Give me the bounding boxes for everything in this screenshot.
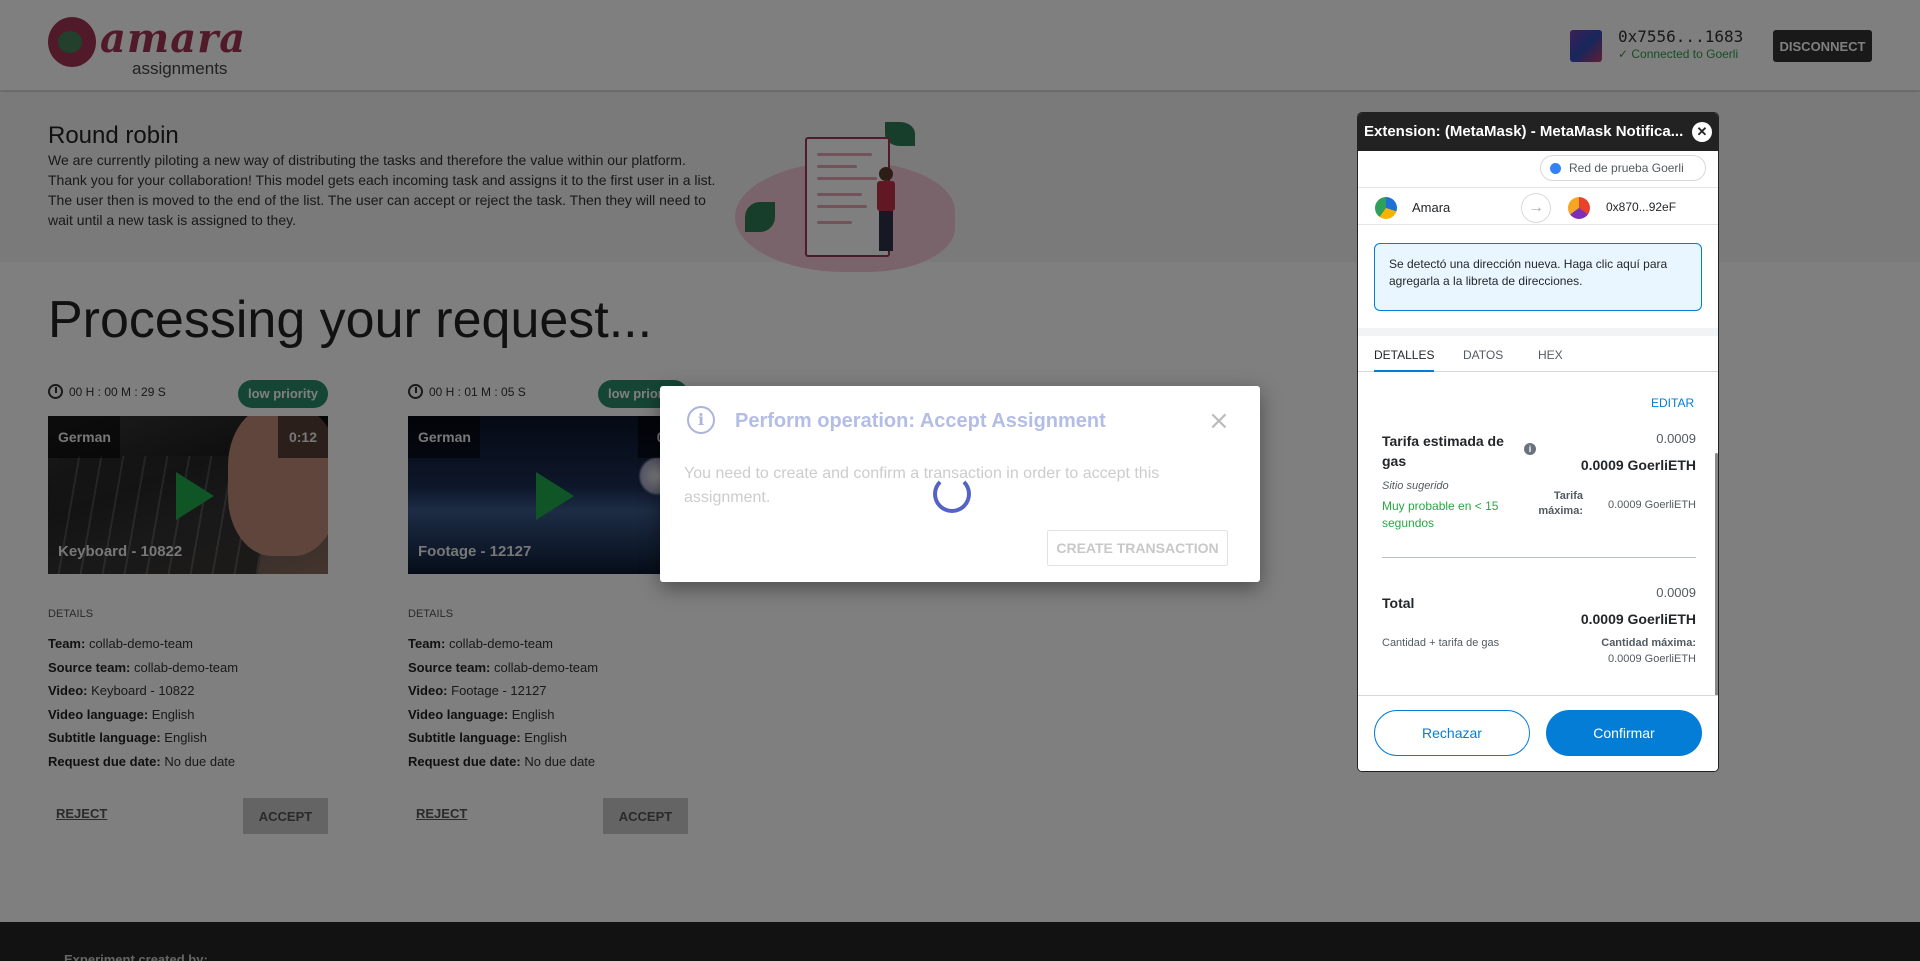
to-account[interactable]: 0x870...92eF bbox=[1606, 200, 1676, 214]
max-fee-label: Tarifa máxima: bbox=[1538, 490, 1583, 517]
account-transfer-row: Amara → 0x870...92eF bbox=[1358, 187, 1718, 225]
reject-transaction-button[interactable]: Rechazar bbox=[1374, 710, 1530, 756]
tab-hex[interactable]: HEX bbox=[1538, 348, 1563, 362]
gas-fee-value: 0.0009 bbox=[1656, 431, 1696, 446]
page: amara assignments 0x7556...1683 ✓ Connec… bbox=[0, 0, 1920, 961]
network-indicator[interactable]: Red de prueba Goerli bbox=[1540, 155, 1706, 181]
tab-datos[interactable]: DATOS bbox=[1463, 348, 1503, 362]
scrollbar[interactable] bbox=[1715, 453, 1718, 697]
confirm-transaction-button[interactable]: Confirmar bbox=[1546, 710, 1702, 756]
perform-operation-dialog: i Perform operation: Accept Assignment ×… bbox=[660, 386, 1260, 582]
total-eth: 0.0009 GoerliETH bbox=[1580, 611, 1696, 627]
edit-link[interactable]: EDITAR bbox=[1651, 396, 1694, 410]
loading-spinner bbox=[933, 475, 971, 513]
metamask-footer: Rechazar Confirmar bbox=[1358, 695, 1718, 771]
dialog-title-prefix: Perform operation: bbox=[735, 410, 920, 432]
from-account-icon bbox=[1375, 197, 1397, 219]
close-icon[interactable]: ✕ bbox=[1692, 122, 1712, 142]
create-transaction-button[interactable]: CREATE TRANSACTION bbox=[1047, 530, 1228, 566]
close-icon[interactable]: × bbox=[1208, 408, 1230, 434]
max-amount-value: 0.0009 GoerliETH bbox=[1607, 653, 1696, 665]
suggested-site: Sitio sugerido bbox=[1382, 480, 1449, 492]
tab-bar: DETALLES DATOS HEX bbox=[1358, 336, 1718, 372]
dialog-title: Perform operation: Accept Assignment bbox=[735, 410, 1106, 433]
window-title: Extension: (MetaMask) - MetaMask Notific… bbox=[1358, 113, 1718, 151]
from-account[interactable]: Amara bbox=[1412, 200, 1450, 215]
total-value: 0.0009 bbox=[1656, 585, 1696, 600]
new-address-alert[interactable]: Se detectó una dirección nueva. Haga cli… bbox=[1374, 243, 1702, 311]
arrow-right-icon: → bbox=[1521, 193, 1551, 223]
metamask-notification-window: Extension: (MetaMask) - MetaMask Notific… bbox=[1357, 112, 1719, 772]
gas-fee-eth: 0.0009 GoerliETH bbox=[1580, 457, 1696, 473]
dialog-title-action: Accept Assignment bbox=[919, 410, 1106, 432]
max-amount-label: Cantidad máxima: bbox=[1601, 637, 1696, 649]
likely-time: Muy probable en < 15 segundos bbox=[1382, 499, 1499, 530]
max-amount: Cantidad máxima: 0.0009 GoerliETH bbox=[1601, 635, 1696, 667]
total-label: Total bbox=[1382, 595, 1415, 611]
max-fee-value: 0.0009 GoerliETH bbox=[1607, 499, 1696, 511]
tab-detalles[interactable]: DETALLES bbox=[1374, 348, 1435, 372]
info-icon[interactable]: i bbox=[1524, 443, 1536, 455]
to-account-icon bbox=[1568, 197, 1590, 219]
gas-fee-label: Tarifa estimada de gas bbox=[1382, 433, 1504, 469]
info-icon: i bbox=[687, 406, 715, 434]
amount-gas-label: Cantidad + tarifa de gas bbox=[1382, 637, 1500, 649]
